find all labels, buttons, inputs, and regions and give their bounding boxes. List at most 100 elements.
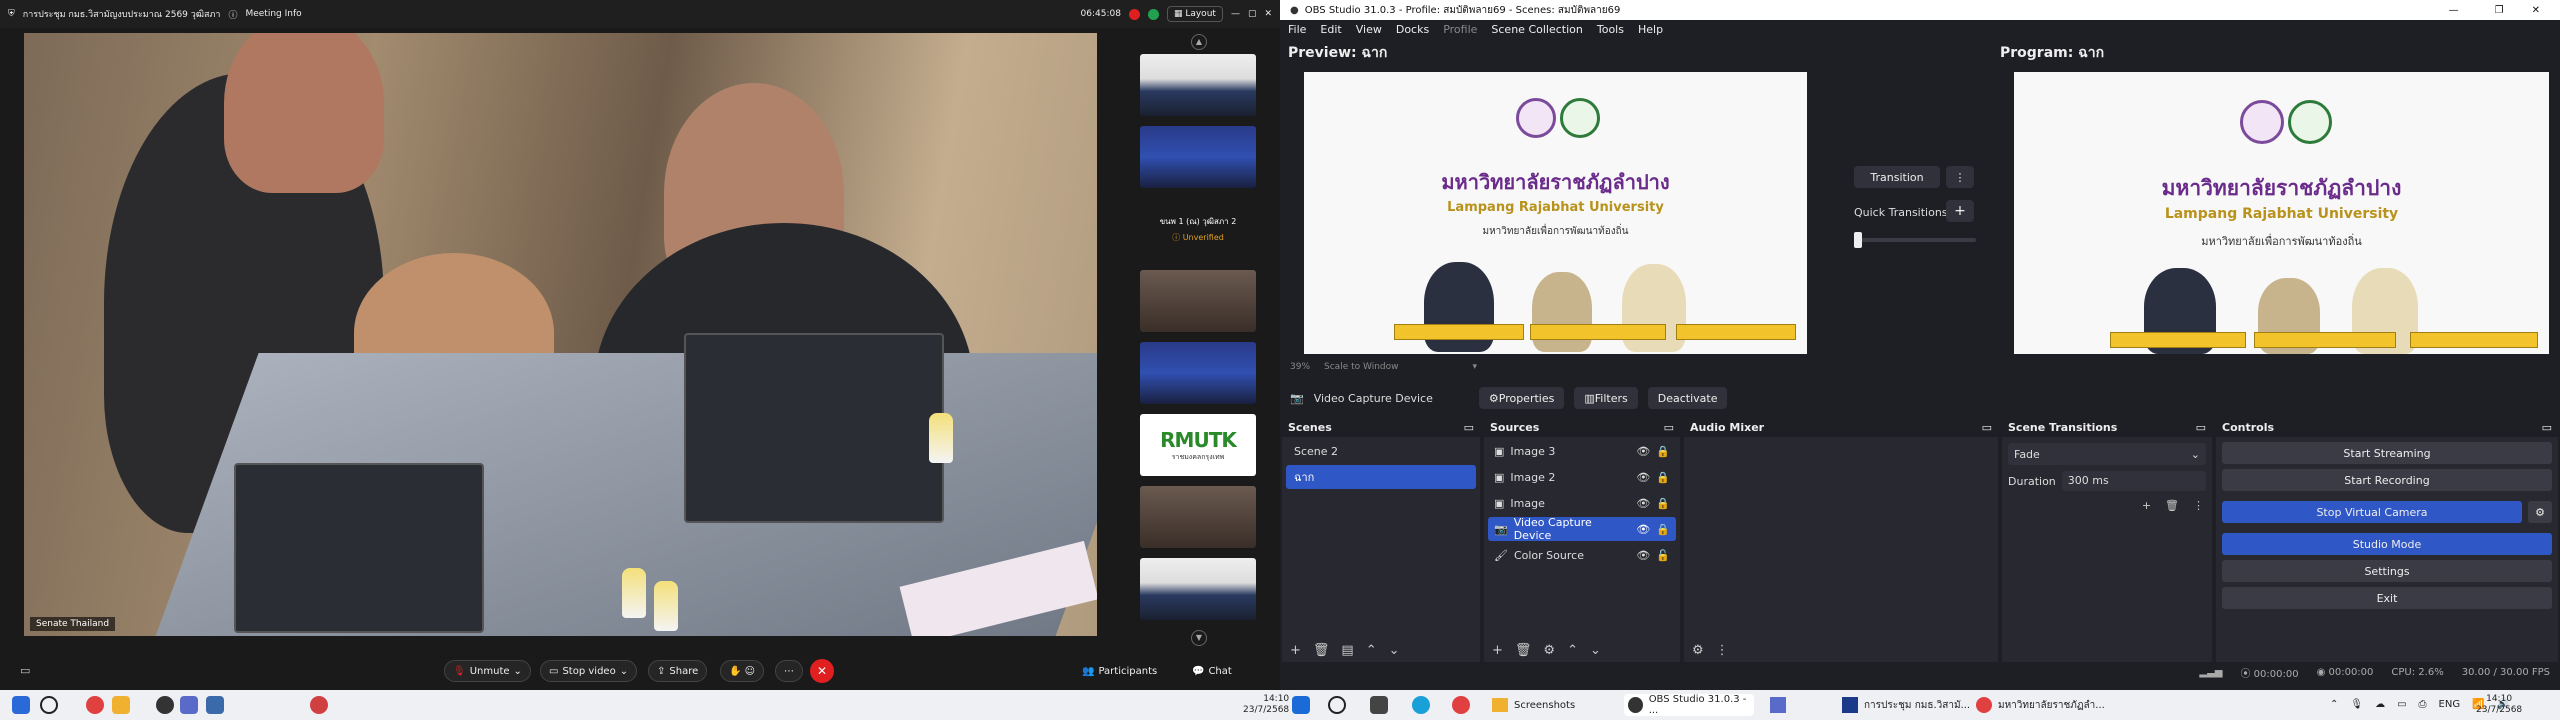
menu-view[interactable]: View	[1356, 23, 1382, 36]
source-item[interactable]: ▣ Image 3 👁 🔒	[1488, 439, 1676, 463]
scale-mode-select[interactable]: Scale to Window	[1324, 362, 1398, 372]
trash-icon[interactable]: 🗑	[1515, 643, 1532, 658]
folder-icon[interactable]	[112, 696, 130, 714]
captions-icon[interactable]: ▭	[20, 664, 30, 677]
clock-right[interactable]: 14:10 23/7/2568	[2476, 694, 2522, 716]
more-button[interactable]: ⋯	[775, 660, 803, 682]
chrome-icon[interactable]	[86, 696, 104, 714]
filter-icon[interactable]: ▤	[1341, 643, 1353, 658]
thumbnail-video[interactable]	[1140, 486, 1256, 548]
taskbar-app[interactable]	[1770, 694, 1800, 716]
stop-video-button[interactable]: ▭ Stop video ⌄	[540, 660, 638, 682]
advanced-audio-icon[interactable]: ⚙	[1692, 643, 1704, 658]
mic-icon[interactable]: 🎙	[2350, 699, 2363, 710]
close-icon[interactable]: ✕	[1264, 9, 1272, 19]
undock-icon[interactable]: ▭	[1664, 421, 1674, 435]
eye-icon[interactable]: 👁	[1636, 549, 1650, 562]
chevron-up-icon[interactable]: ▲	[1191, 34, 1207, 50]
taskbar-item-browser[interactable]: มหาวิทยาลัยราชภัฏลำ...	[1976, 694, 2116, 716]
menu-profile[interactable]: Profile	[1443, 23, 1477, 36]
add-icon[interactable]: +	[1290, 643, 1301, 658]
move-up-icon[interactable]: ⌃	[1567, 643, 1578, 658]
lock-icon[interactable]: 🔒	[1656, 445, 1670, 458]
eye-icon[interactable]: 👁	[1636, 497, 1650, 510]
close-icon[interactable]: ✕	[2532, 5, 2540, 16]
more-icon[interactable]: ⋮	[2193, 499, 2204, 512]
menu-file[interactable]: File	[1288, 23, 1306, 36]
thumbnail-logo[interactable]: RMUTK ราชมงคลกรุงเทพ	[1140, 414, 1256, 476]
thumbnail-video[interactable]	[1140, 126, 1256, 188]
move-down-icon[interactable]: ⌄	[1389, 643, 1400, 658]
move-down-icon[interactable]: ⌄	[1590, 643, 1601, 658]
menu-docks[interactable]: Docks	[1396, 23, 1429, 36]
duration-input[interactable]: 300 ms	[2061, 471, 2206, 491]
thumbnail-video[interactable]	[1140, 342, 1256, 404]
windows-start-icon[interactable]	[1292, 696, 1310, 714]
gear-icon[interactable]: ⚙	[1543, 643, 1555, 658]
undock-icon[interactable]: ▭	[2196, 421, 2206, 435]
language-indicator[interactable]: ENG	[2439, 699, 2461, 710]
thumbnail-video[interactable]	[1140, 270, 1256, 332]
chrome-icon[interactable]	[310, 696, 328, 714]
chevron-down-icon[interactable]: ▼	[1191, 630, 1207, 646]
app-icon[interactable]	[180, 696, 198, 714]
studio-mode-button[interactable]: Studio Mode	[2222, 533, 2552, 555]
filters-button[interactable]: ▥ Filters	[1574, 387, 1638, 409]
transition-type-select[interactable]: Fade ⌄	[2008, 443, 2206, 465]
task-view-icon[interactable]	[1370, 696, 1388, 714]
source-item[interactable]: 🖌 Color Source 👁 🔓	[1488, 543, 1676, 567]
unlock-icon[interactable]: 🔓	[1656, 549, 1670, 562]
menu-edit[interactable]: Edit	[1320, 23, 1341, 36]
taskbar-item-obs[interactable]: OBS Studio 31.0.3 - ...	[1624, 694, 1754, 716]
add-icon[interactable]: +	[2142, 499, 2151, 512]
lock-icon[interactable]: 🔒	[1656, 523, 1670, 536]
undock-icon[interactable]: ▭	[1464, 421, 1474, 435]
battery-icon[interactable]: ▭	[2397, 699, 2406, 710]
taskbar-item-screenshots[interactable]: Screenshots	[1492, 694, 1612, 716]
reactions-button[interactable]: ✋ ☺	[720, 660, 765, 682]
source-item[interactable]: ▣ Image 👁 🔒	[1488, 491, 1676, 515]
taskbar-item-meeting[interactable]: การประชุม กมธ.วิสามั...	[1842, 694, 1976, 716]
properties-button[interactable]: ⚙ Properties	[1478, 387, 1565, 409]
thumbnail-user[interactable]: ขนพ 1 (ณ) วุฒิสภา 2 ⓘ Unverified	[1140, 198, 1256, 260]
add-icon[interactable]: +	[1492, 643, 1503, 658]
printer-icon[interactable]: ⎙	[2419, 699, 2427, 710]
more-icon[interactable]: ⋮	[1716, 643, 1729, 658]
thumbnail-video[interactable]	[1140, 54, 1256, 116]
lock-icon[interactable]: 🔒	[1656, 497, 1670, 510]
thumbnail-video[interactable]	[1140, 558, 1256, 620]
lock-icon[interactable]: 🔒	[1656, 471, 1670, 484]
edge-icon[interactable]	[1412, 696, 1430, 714]
start-streaming-button[interactable]: Start Streaming	[2222, 442, 2552, 464]
move-up-icon[interactable]: ⌃	[1366, 643, 1377, 658]
transition-button[interactable]: Transition	[1854, 166, 1940, 188]
eye-icon[interactable]: 👁	[1636, 445, 1650, 458]
maximize-icon[interactable]: ▢	[1248, 9, 1257, 19]
menu-help[interactable]: Help	[1638, 23, 1663, 36]
layout-button[interactable]: ▦ Layout	[1166, 6, 1223, 22]
minimize-icon[interactable]: —	[1231, 9, 1240, 19]
add-quick-transition-icon[interactable]: +	[1946, 200, 1974, 222]
deactivate-button[interactable]: Deactivate	[1647, 387, 1728, 409]
obs-icon[interactable]	[156, 696, 174, 714]
trash-icon[interactable]: 🗑	[1313, 643, 1330, 658]
minimize-icon[interactable]: —	[2449, 5, 2459, 16]
unmute-button[interactable]: 🎙 Unmute ⌄	[444, 660, 531, 682]
menu-scene-collection[interactable]: Scene Collection	[1491, 23, 1582, 36]
gear-icon[interactable]: ⚙	[2528, 501, 2552, 523]
chrome-icon[interactable]	[1452, 696, 1470, 714]
chevron-up-icon[interactable]: ⌃	[2330, 699, 2338, 710]
source-item[interactable]: ▣ Image 2 👁 🔒	[1488, 465, 1676, 489]
leave-button[interactable]: ✕	[810, 659, 834, 683]
trash-icon[interactable]: 🗑	[2165, 499, 2179, 512]
eye-icon[interactable]: 👁	[1636, 471, 1650, 484]
meeting-info-link[interactable]: Meeting Info	[245, 9, 301, 19]
stop-virtual-camera-button[interactable]: Stop Virtual Camera	[2222, 501, 2522, 523]
undock-icon[interactable]: ▭	[1982, 421, 1992, 435]
settings-button[interactable]: Settings	[2222, 560, 2552, 582]
search-icon[interactable]	[1328, 696, 1346, 714]
scene-item[interactable]: ฉาก	[1286, 465, 1476, 489]
chat-button[interactable]: 💬 Chat	[1184, 660, 1240, 682]
maximize-icon[interactable]: ❐	[2495, 5, 2504, 16]
undock-icon[interactable]: ▭	[2542, 421, 2552, 435]
